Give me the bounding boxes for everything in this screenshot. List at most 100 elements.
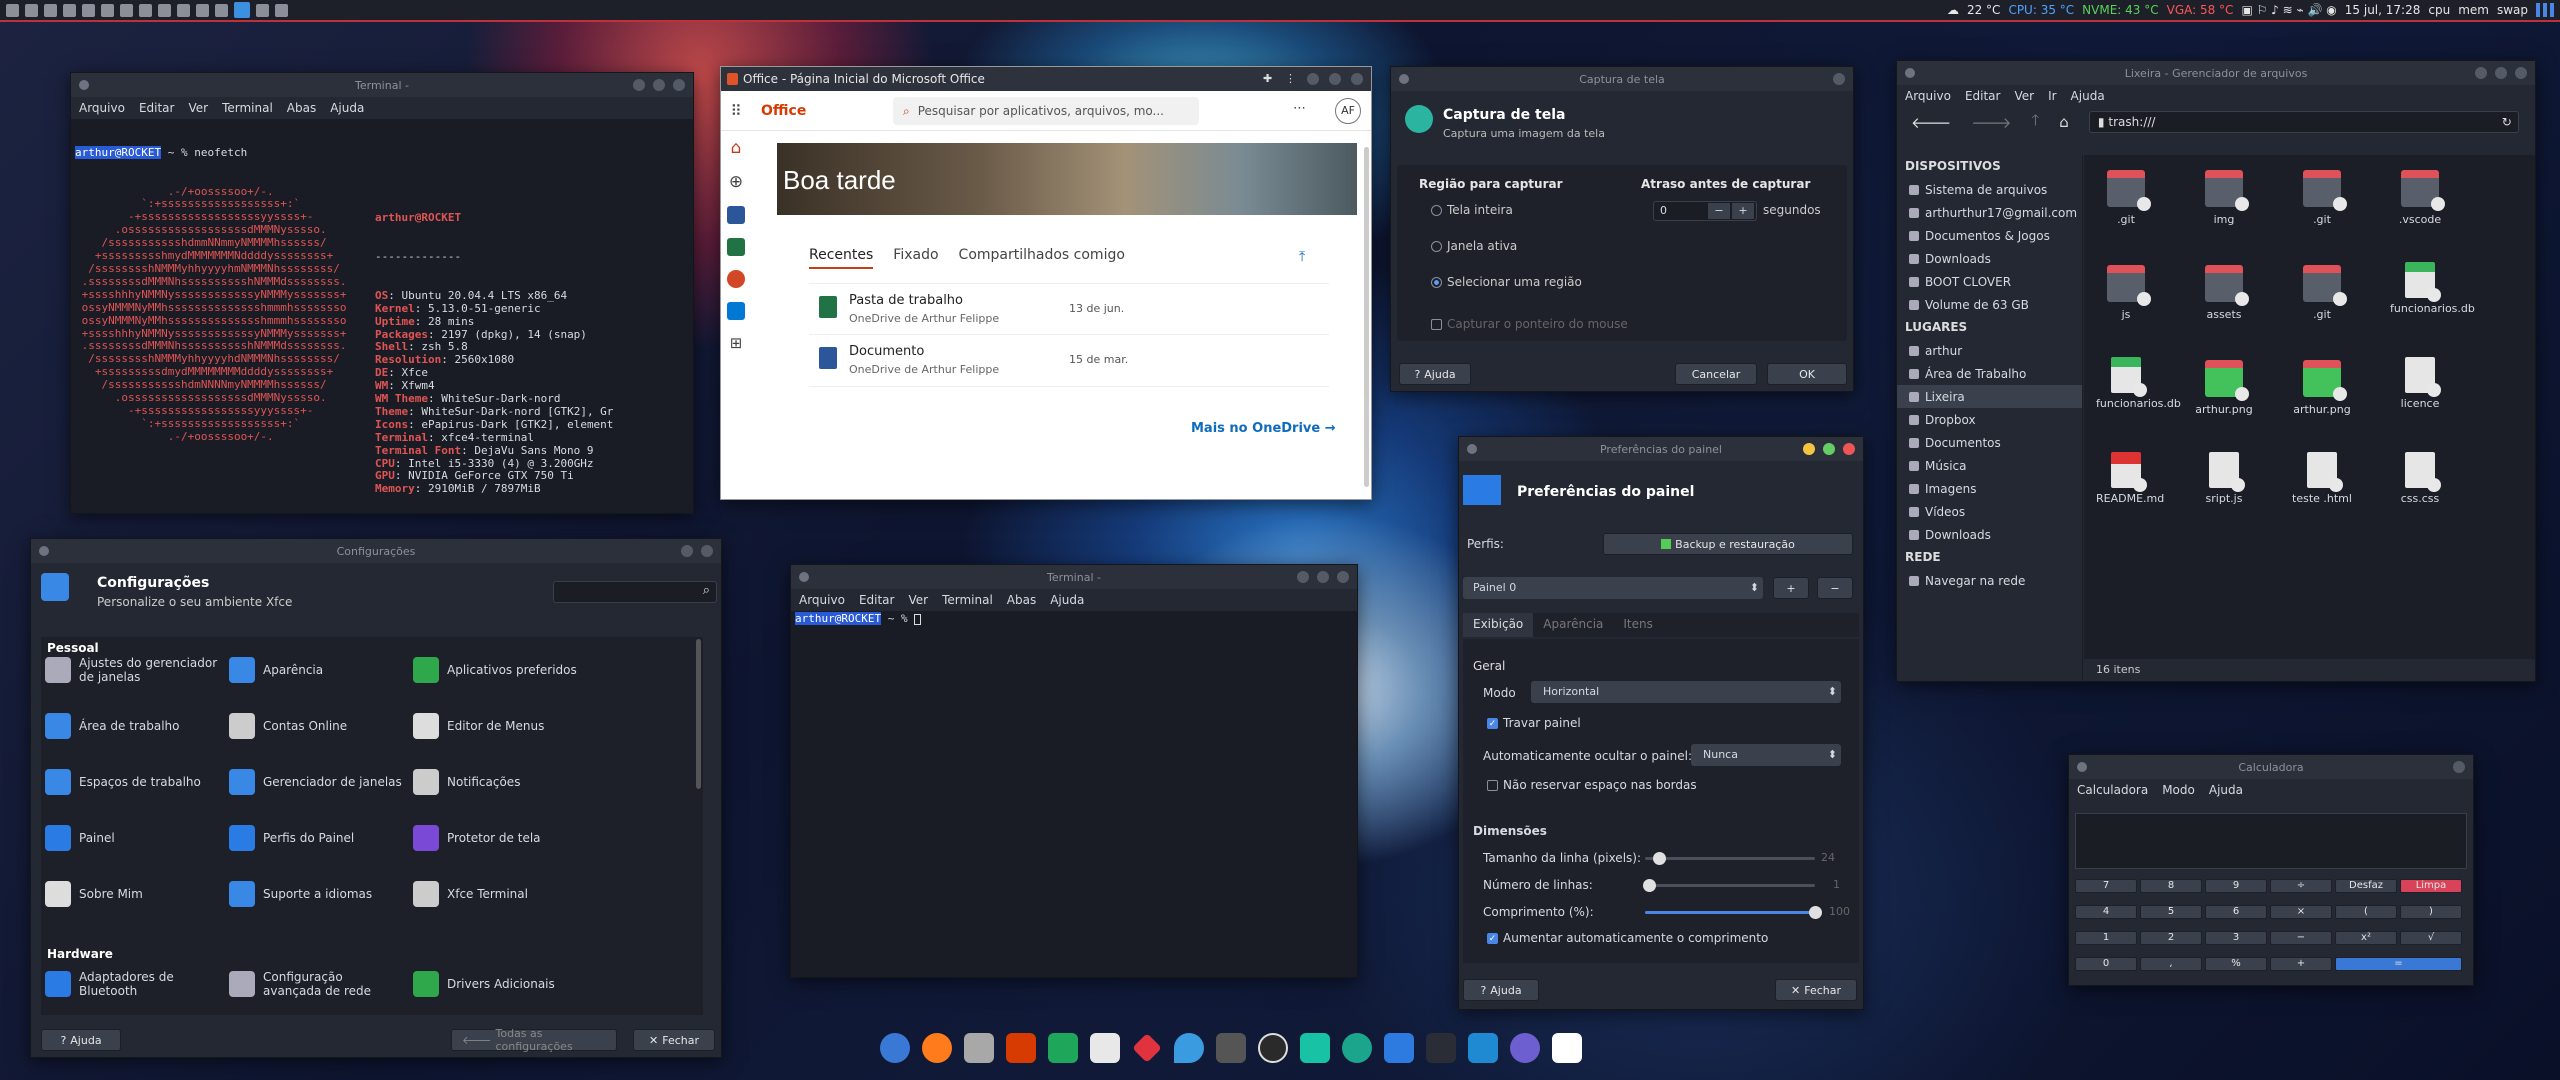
window-icon[interactable] [120, 3, 133, 17]
file-item[interactable]: funcionarios.db [2096, 357, 2181, 410]
calc-key[interactable]: = [2335, 957, 2462, 971]
home-icon[interactable]: ⌂ [731, 138, 742, 158]
help-button[interactable]: ? Ajuda [1463, 979, 1539, 1001]
checkbox[interactable] [1487, 780, 1498, 791]
window-icon[interactable] [196, 3, 209, 17]
calc-key[interactable]: 0 [2075, 957, 2137, 971]
writer-icon[interactable] [1090, 1033, 1120, 1063]
screenshot-icon[interactable] [1342, 1033, 1372, 1063]
settings-item[interactable]: Adaptadores de Bluetooth [45, 967, 225, 1001]
close-button[interactable] [1833, 73, 1845, 85]
file-item[interactable]: arthur.png [2292, 357, 2352, 416]
close-button[interactable]: ✕ Fechar [1775, 979, 1857, 1001]
calc-key[interactable]: Limpa [2400, 879, 2462, 893]
sidebar-item[interactable]: Vídeos [1897, 500, 2082, 523]
calc-key[interactable]: ÷ [2270, 879, 2332, 893]
file-item[interactable]: .git [2096, 167, 2156, 226]
capture-pointer-option[interactable]: Capturar o ponteiro do mouse [1431, 317, 1628, 331]
file-item[interactable]: .git [2292, 167, 2352, 226]
file-item[interactable]: funcionarios.db [2390, 262, 2475, 315]
menu-item[interactable]: Editar [139, 101, 175, 115]
calc-key[interactable]: 6 [2205, 905, 2267, 919]
files-icon[interactable] [964, 1033, 994, 1063]
window-menu-icon[interactable] [799, 572, 809, 582]
menu-item[interactable]: Ver [908, 593, 928, 607]
settings-item[interactable]: Configuração avançada de rede [229, 967, 409, 1001]
window-icon[interactable] [101, 3, 114, 17]
option-janela-ativa[interactable]: Janela ativa [1431, 239, 1517, 253]
calc-key[interactable]: √ [2400, 931, 2462, 945]
window-icon[interactable] [275, 3, 288, 17]
menu-item[interactable]: Abas [287, 101, 316, 115]
maximize-button[interactable] [681, 545, 693, 557]
clock[interactable]: 15 jul, 17:28 [2345, 3, 2421, 17]
menu-item[interactable]: Editar [859, 593, 895, 607]
file-item[interactable]: README.md [2096, 452, 2164, 505]
menu-item[interactable]: Ajuda [330, 101, 364, 115]
checkbox-checked[interactable]: ✓ [1487, 933, 1498, 944]
settings-item[interactable]: Gerenciador de janelas [229, 765, 409, 799]
search-box[interactable]: ⌕ Pesquisar por aplicativos, arquivos, mo… [893, 97, 1199, 125]
autohide-select[interactable]: Nunca ⬍ [1691, 744, 1841, 766]
settings-item[interactable]: Protetor de tela [413, 821, 593, 855]
menu-item[interactable]: Terminal [942, 593, 993, 607]
terminal-output[interactable]: arthur@ROCKET ~ % neofetch .-/+oossssoo+… [71, 119, 693, 513]
calc-key[interactable]: × [2270, 905, 2332, 919]
file-item[interactable]: sript.js [2194, 452, 2254, 505]
maximize-button[interactable] [1823, 443, 1835, 455]
window-titlebar[interactable]: Calculadora [2069, 755, 2473, 779]
calc-key[interactable]: 5 [2140, 905, 2202, 919]
window-menu-icon[interactable] [39, 546, 49, 556]
calculator-icon[interactable] [1216, 1033, 1246, 1063]
menu-item[interactable]: Arquivo [79, 101, 125, 115]
launcher-icon[interactable] [1510, 1033, 1540, 1063]
sidebar-item[interactable]: Downloads [1897, 247, 2082, 270]
calc-key[interactable]: 4 [2075, 905, 2137, 919]
tray-icons[interactable]: ▣ ⚐ ♪ ≋ ⌁ 🔊 ◉ [2241, 3, 2336, 17]
menu-item[interactable]: Terminal [222, 101, 273, 115]
radio[interactable] [1431, 241, 1442, 252]
app-launcher-icon[interactable]: ⠿ [721, 102, 751, 120]
sidebar-item[interactable]: Lixeira [1897, 385, 2082, 408]
settings-item[interactable]: Espaços de trabalho [45, 765, 225, 799]
close-button[interactable] [1337, 571, 1349, 583]
reserve-space-option[interactable]: Não reservar espaço nas bordas [1487, 778, 1697, 792]
minimize-button[interactable] [1297, 571, 1309, 583]
dropper-icon[interactable] [1174, 1033, 1204, 1063]
browser-icon[interactable] [880, 1033, 910, 1063]
cancel-button[interactable]: Cancelar [1675, 363, 1757, 385]
excel-icon[interactable] [727, 238, 745, 256]
word-icon[interactable] [727, 206, 745, 224]
delay-spinner[interactable]: 0 − + [1653, 201, 1757, 221]
file-item[interactable]: css.css [2390, 452, 2450, 505]
settings-item[interactable]: Sobre Mim [45, 877, 225, 911]
window-titlebar[interactable]: Lixeira - Gerenciador de arquivos [1897, 61, 2535, 85]
vscode-icon[interactable] [1468, 1033, 1498, 1063]
tab-exibicao[interactable]: Exibição [1463, 613, 1534, 637]
rows-slider[interactable] [1643, 879, 1815, 892]
settings-item[interactable]: Contas Online [229, 709, 409, 743]
settings-item[interactable]: Editor de Menus [413, 709, 593, 743]
active-window-icon[interactable] [234, 2, 250, 18]
panel-select[interactable]: Painel 0 ⬍ [1463, 577, 1763, 599]
calc-key[interactable]: ) [2400, 905, 2462, 919]
slider-knob[interactable] [1809, 906, 1822, 919]
maximize-button[interactable] [2495, 67, 2507, 79]
menu-item[interactable]: Ajuda [2071, 89, 2105, 103]
calc-key[interactable]: 8 [2140, 879, 2202, 893]
mode-select[interactable]: Horizontal ⬍ [1531, 681, 1841, 703]
sidebar-item[interactable]: arthurthur17@gmail.com [1897, 201, 2082, 224]
file-row[interactable]: Documento OneDrive de Arthur Felippe 15 … [809, 335, 1329, 387]
all-apps-icon[interactable]: ⊞ [730, 334, 743, 352]
sidebar-item[interactable]: BOOT CLOVER [1897, 270, 2082, 293]
close-button[interactable] [673, 79, 685, 91]
sidebar-item[interactable]: Área de Trabalho [1897, 362, 2082, 385]
back-icon[interactable]: 🡐 [1911, 113, 1951, 132]
sidebar-item[interactable]: Sistema de arquivos [1897, 178, 2082, 201]
window-titlebar[interactable]: Office - Página Inicial do Microsoft Off… [721, 67, 1371, 91]
backup-restore-button[interactable]: Backup e restauração [1603, 533, 1853, 555]
row-size-slider[interactable] [1645, 852, 1815, 865]
obs-icon[interactable] [1258, 1033, 1288, 1063]
window-titlebar[interactable]: Terminal - [791, 565, 1357, 589]
file-item[interactable]: .vscode [2390, 167, 2450, 226]
